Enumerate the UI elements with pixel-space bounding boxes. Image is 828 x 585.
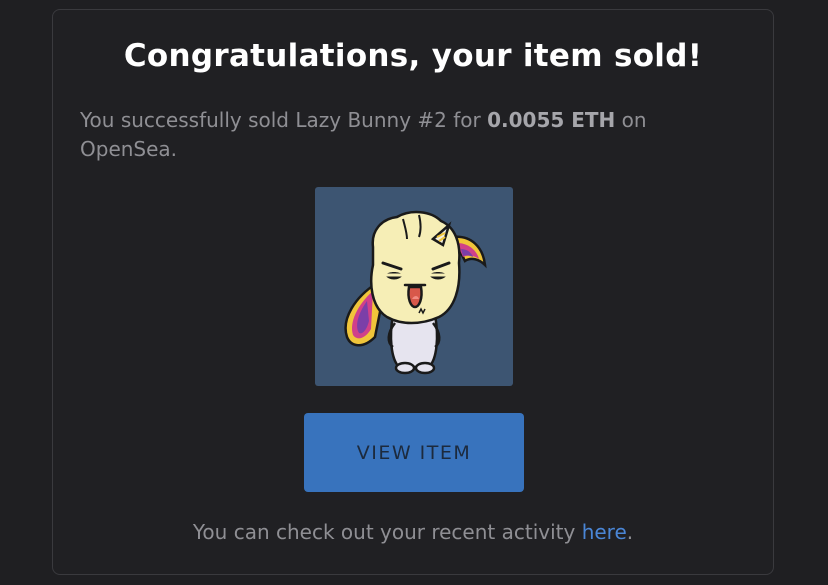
message-prefix: You successfully sold Lazy Bunny #2 for — [80, 108, 488, 132]
view-item-button[interactable]: VIEW ITEM — [304, 413, 524, 492]
nft-image — [315, 187, 513, 386]
lazy-bunny-illustration — [344, 210, 487, 375]
footer-prefix: You can check out your recent activity — [192, 520, 582, 544]
recent-activity-footer: You can check out your recent activity h… — [53, 520, 773, 544]
recent-activity-link[interactable]: here — [582, 520, 627, 544]
footer-suffix: . — [626, 520, 634, 544]
sale-notification-card: Congratulations, your item sold! You suc… — [52, 9, 774, 575]
sale-amount: 0.0055 ETH — [487, 108, 616, 132]
dialog-title: Congratulations, your item sold! — [123, 38, 703, 74]
sale-message: You successfully sold Lazy Bunny #2 for … — [80, 106, 720, 164]
